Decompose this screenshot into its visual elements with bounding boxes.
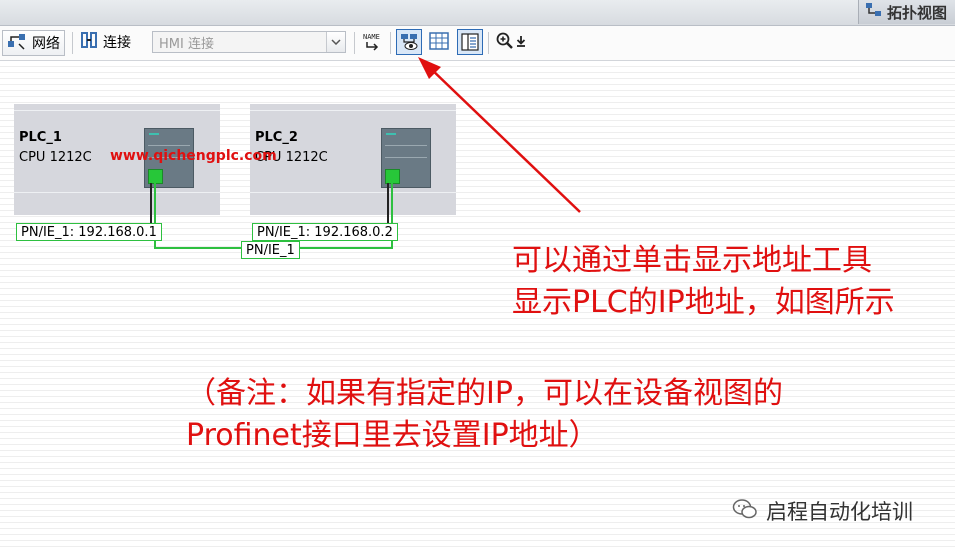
annotation-line: 显示PLC的IP地址，如图所示: [512, 285, 895, 320]
annotation-line: Profinet接口里去设置IP地址）: [186, 418, 599, 453]
brand-watermark: 启程自动化培训: [732, 496, 913, 526]
brand-name: 启程自动化培训: [766, 500, 913, 524]
annotation-text: 可以通过单击显示地址工具 显示PLC的IP地址，如图所示: [512, 240, 895, 324]
annotation-line: 可以通过单击显示地址工具: [512, 243, 872, 278]
wechat-icon: [732, 498, 758, 525]
annotation-line: （备注：如果有指定的IP，可以在设备视图的: [186, 376, 783, 411]
annotation-note: （备注：如果有指定的IP，可以在设备视图的 Profinet接口里去设置IP地址…: [186, 373, 783, 457]
